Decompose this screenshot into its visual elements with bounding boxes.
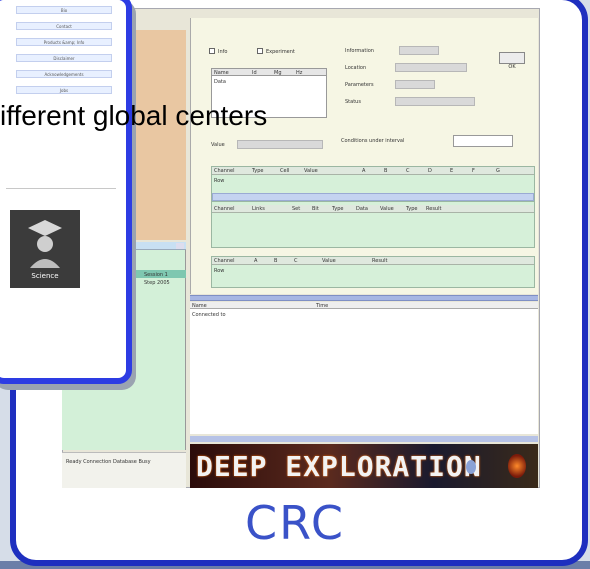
grid-header-cell: A	[362, 168, 366, 174]
grid-row[interactable]: Row	[214, 178, 224, 184]
site-menu: Bio Contact Products &amp; Info Disclaim…	[0, 0, 122, 100]
grid-header-cell: C	[294, 258, 298, 264]
table-header	[212, 69, 326, 76]
grid-header-cell: Value	[380, 206, 394, 212]
grid-header-cell: Result	[426, 206, 442, 212]
location-field[interactable]	[395, 63, 467, 72]
info-field[interactable]	[399, 46, 439, 55]
science-label: Science	[31, 272, 59, 280]
grid-divider	[212, 201, 534, 202]
menu-item-jobs[interactable]: Jobs	[16, 86, 112, 94]
grid-header-cell: E	[450, 168, 454, 174]
ok-button[interactable]: OK	[499, 52, 525, 70]
parameters-field[interactable]	[395, 80, 435, 89]
graduate-icon	[28, 220, 62, 268]
figure-icon	[466, 460, 476, 474]
grid-header-cell: Result	[372, 258, 388, 264]
grid-header-cell: Channel	[214, 168, 235, 174]
table-header-cell: Hz	[296, 70, 303, 76]
grid-header-cell: B	[274, 258, 278, 264]
grid-header-cell: C	[406, 168, 410, 174]
checkbox-experiment-label: Experiment	[266, 49, 295, 55]
grid-selection-bar[interactable]	[212, 193, 534, 201]
crc-logo: CRC	[245, 496, 345, 550]
ok-button-label: OK	[508, 64, 516, 70]
tree-item[interactable]: Session 1	[144, 272, 168, 278]
horizontal-scrollbar[interactable]	[190, 436, 538, 442]
grid-header-cell: Links	[252, 206, 265, 212]
explorer-icon	[508, 454, 526, 478]
menu-item-bio[interactable]: Bio	[16, 6, 112, 14]
table-header-cell: Mg	[274, 70, 282, 76]
tree-item[interactable]: Step 2005	[144, 280, 170, 286]
table-header-cell: Name	[214, 70, 229, 76]
log-entry: Connected to	[192, 312, 226, 318]
grid-header-cell: B	[384, 168, 388, 174]
field-label: Parameters	[345, 82, 374, 88]
field-label: Information	[345, 48, 374, 54]
form-panel: Info Experiment Name Id Mg Hz Data Infor…	[190, 18, 538, 294]
grid-header-cell: A	[254, 258, 258, 264]
grid-header-cell: Channel	[214, 258, 235, 264]
log-panel: Name Time Connected to	[190, 302, 538, 434]
checkbox-experiment[interactable]	[257, 48, 263, 54]
grid-header-cell: Type	[252, 168, 264, 174]
grid-header-cell: G	[496, 168, 500, 174]
table-header-cell: Id	[252, 70, 257, 76]
chevron-down-icon[interactable]	[176, 243, 184, 249]
splitter-bar[interactable]	[190, 295, 538, 301]
grid-header-cell: Type	[332, 206, 344, 212]
conditions-field[interactable]	[453, 135, 513, 147]
log-header-cell: Time	[316, 303, 329, 309]
status-panel: Ready Connection Database Busy	[62, 452, 186, 488]
result-grid: Channel A B C Value Result Row	[211, 256, 535, 288]
status-text: Ready Connection Database Busy	[66, 459, 151, 465]
log-header-cell: Name	[192, 303, 207, 309]
grid-row[interactable]: Row	[214, 268, 224, 274]
grid-header-cell: Set	[292, 206, 301, 212]
grid-header-cell: Value	[304, 168, 318, 174]
grid-header-cell: Cell	[280, 168, 290, 174]
grid-header-cell: Bit	[312, 206, 319, 212]
menu-item-acknowledgements[interactable]: Acknowledgements	[16, 70, 112, 78]
banner-text: DEEP EXPLORATION	[196, 450, 482, 483]
grid-header-cell: Data	[356, 206, 368, 212]
menu-item-disclaimer[interactable]: Disclaimer	[16, 54, 112, 62]
grid-header-cell: D	[428, 168, 432, 174]
deep-exploration-banner: DEEP EXPLORATION	[190, 444, 538, 488]
channel-grid: Channel Type Cell Value A B C D E F G Ro…	[211, 166, 535, 248]
value-label: Value	[211, 142, 225, 148]
log-header	[190, 302, 538, 309]
grid-header-cell: Channel	[214, 206, 235, 212]
field-label: Location	[345, 65, 367, 71]
grid-header-cell: Value	[322, 258, 336, 264]
website-overlay: Bio Contact Products &amp; Info Disclaim…	[0, 0, 132, 384]
menu-item-products[interactable]: Products &amp; Info	[16, 38, 112, 46]
grid-header-cell: Type	[406, 206, 418, 212]
slide-caption: ifferent global centers	[0, 100, 268, 131]
conditions-label: Conditions under interval	[341, 138, 405, 144]
value-field[interactable]	[237, 140, 323, 149]
menu-item-contact[interactable]: Contact	[16, 22, 112, 30]
table-row[interactable]: Data	[214, 79, 226, 85]
checkbox-info[interactable]	[209, 48, 215, 54]
checkbox-info-label: Info	[218, 49, 228, 55]
overlay-divider	[6, 188, 116, 189]
grid-header-cell: F	[472, 168, 475, 174]
